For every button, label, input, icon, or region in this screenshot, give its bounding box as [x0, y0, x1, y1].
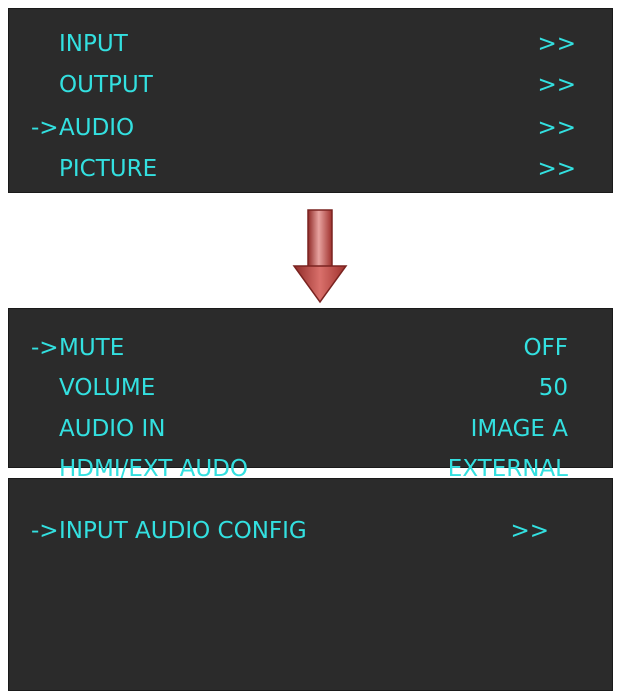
main-menu-panel: INPUT >> OUTPUT >> -> AUDIO >> PICTURE >…	[8, 8, 613, 193]
down-arrow-icon	[291, 208, 351, 304]
menu-item-output[interactable]: OUTPUT >>	[9, 65, 612, 105]
menu-item-label: OUTPUT	[59, 72, 153, 98]
menu-item-label: VOLUME	[59, 375, 156, 401]
selection-cursor: ->	[31, 335, 59, 361]
menu-item-label: MUTE	[59, 335, 125, 361]
submenu-indicator: >>	[510, 518, 549, 544]
submenu-indicator: >>	[537, 72, 576, 98]
menu-item-picture[interactable]: PICTURE >>	[9, 149, 612, 189]
menu-item-label: INPUT	[59, 31, 128, 57]
submenu-indicator: >>	[537, 115, 576, 141]
menu-item-audio[interactable]: -> AUDIO >>	[9, 108, 612, 148]
config-item-input-audio-config[interactable]: -> INPUT AUDIO CONFIG >>	[9, 511, 612, 551]
audio-item-volume[interactable]: VOLUME 50	[9, 368, 612, 408]
audio-menu-panel: -> MUTE OFF VOLUME 50 AUDIO IN IMAGE A H…	[8, 308, 613, 482]
audio-item-audio-in[interactable]: AUDIO IN IMAGE A	[9, 409, 612, 449]
selection-cursor: ->	[31, 518, 59, 544]
menu-item-value: 50	[538, 375, 568, 401]
menu-item-label: AUDIO	[59, 115, 135, 141]
audio-item-mute[interactable]: -> MUTE OFF	[9, 328, 612, 368]
menu-item-value: IMAGE A	[470, 416, 568, 442]
menu-item-input[interactable]: INPUT >>	[9, 24, 612, 64]
config-menu-panel: -> INPUT AUDIO CONFIG >>	[8, 478, 613, 691]
menu-item-label: AUDIO IN	[59, 416, 166, 442]
submenu-indicator: >>	[537, 31, 576, 57]
menu-item-label: INPUT AUDIO CONFIG	[59, 518, 307, 544]
menu-item-label: PICTURE	[59, 156, 158, 182]
submenu-indicator: >>	[537, 156, 576, 182]
menu-item-value: OFF	[523, 335, 568, 361]
selection-cursor: ->	[31, 115, 59, 141]
